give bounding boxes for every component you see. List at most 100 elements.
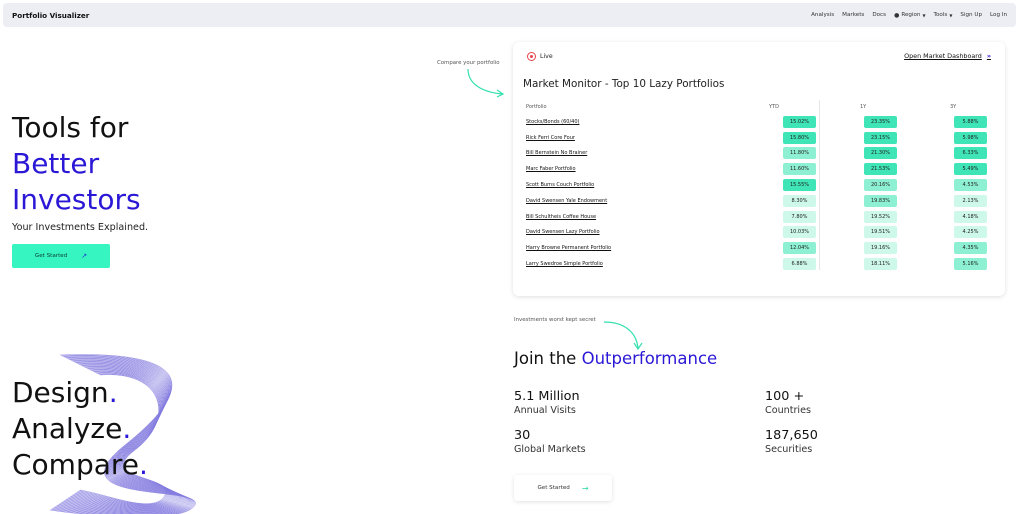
get-started-button[interactable]: Get Started ↗	[12, 244, 110, 268]
one-year-return-cell: 19.52%	[864, 210, 897, 223]
ytd-return-cell: 8.30%	[783, 194, 816, 207]
three-year-return-cell: 4.35%	[954, 242, 987, 255]
double-chevron-right-icon: »	[986, 52, 991, 60]
stat-label: Annual Visits	[514, 405, 576, 416]
three-year-return-cell: 4.25%	[954, 226, 987, 239]
ytd-return-cell: 15.80%	[783, 131, 816, 144]
stat-label: Securities	[765, 444, 813, 455]
portfolio-name-link[interactable]: Marc Faber Portfolio	[526, 166, 783, 172]
stat-value: 187,650	[765, 428, 818, 443]
portfolio-name-link[interactable]: Harry Browne Permanent Portfolio	[526, 245, 783, 251]
table-row: Marc Faber Portfolio 11.60% 21.53% 5.49%	[526, 161, 998, 177]
design-analyze-compare: Design. Analyze. Compare.	[12, 375, 148, 483]
nav-sign-up[interactable]: Sign Up	[960, 12, 982, 18]
nav-links: Analysis Markets Docs ● Region ▼ Tools ▼…	[811, 12, 1007, 19]
table-row: Bill Schultheis Coffee House 7.80% 19.52% 4…	[526, 209, 998, 225]
lazy-portfolios-table: Portfolio YTD 1Y 3Y Stocks/Bonds (60/40)…	[526, 100, 998, 272]
join-title-accent: Outperformance	[581, 349, 718, 368]
header-3y: 3Y	[950, 104, 957, 110]
header-1y: 1Y	[860, 104, 867, 110]
three-year-return-cell: 5.49%	[954, 163, 987, 176]
header-ytd: YTD	[769, 104, 779, 110]
three-year-return-cell: 2.13%	[954, 194, 987, 207]
curved-arrow-icon	[603, 321, 643, 351]
arrow-up-right-icon: ↗	[81, 252, 88, 260]
globe-icon: ●	[894, 11, 900, 19]
page: Portfolio Visualizer Analysis Markets Do…	[0, 0, 1024, 514]
tagline-design: Design.	[12, 376, 118, 409]
one-year-return-cell: 23.35%	[864, 115, 897, 128]
tagline-analyze: Analyze.	[12, 412, 132, 445]
stat-countries: 100 + Countries	[765, 389, 811, 416]
three-year-return-cell: 5.16%	[954, 258, 987, 271]
nav-analysis[interactable]: Analysis	[811, 12, 834, 18]
one-year-return-cell: 21.30%	[864, 147, 897, 160]
table-row: Stocks/Bonds (60/40) 15.02% 23.35% 5.88%	[526, 114, 998, 130]
nav-region-dropdown[interactable]: ● Region ▼	[894, 12, 925, 19]
portfolio-name-link[interactable]: Bill Bernstein No Brainer	[526, 150, 783, 156]
ytd-return-cell: 10.03%	[783, 226, 816, 239]
ytd-return-cell: 6.88%	[783, 258, 816, 271]
stat-securities: 187,650 Securities	[765, 428, 818, 455]
portfolio-name-link[interactable]: Stocks/Bonds (60/40)	[526, 119, 783, 125]
one-year-return-cell: 23.15%	[864, 131, 897, 144]
nav-tools-label: Tools	[933, 12, 948, 18]
table-header: Portfolio YTD 1Y 3Y	[526, 100, 998, 114]
dashboard-link-label: Open Market Dashboard	[904, 52, 982, 60]
one-year-return-cell: 19.16%	[864, 242, 897, 255]
three-year-return-cell: 4.53%	[954, 179, 987, 192]
ytd-return-cell: 15.55%	[783, 179, 816, 192]
open-market-dashboard-link[interactable]: Open Market Dashboard »	[904, 52, 991, 60]
nav-tools-dropdown[interactable]: Tools ▼	[934, 12, 953, 18]
nav-log-in[interactable]: Log In	[990, 12, 1007, 18]
get-started-label: Get Started	[34, 253, 68, 259]
three-year-return-cell: 5.98%	[954, 131, 987, 144]
one-year-return-cell: 19.83%	[864, 194, 897, 207]
table-row: Rick Ferri Core Four 15.80% 23.15% 5.98%	[526, 130, 998, 146]
one-year-return-cell: 20.16%	[864, 179, 897, 192]
table-row: Harry Browne Permanent Portfolio 12.04% 19…	[526, 240, 998, 256]
caret-down-icon: ▼	[949, 12, 953, 18]
portfolio-name-link[interactable]: Larry Swedroe Simple Portfolio	[526, 261, 783, 267]
table-body: Stocks/Bonds (60/40) 15.02% 23.35% 5.88% Ric…	[526, 114, 998, 272]
live-label: Live	[540, 53, 553, 60]
ytd-return-cell: 11.60%	[783, 163, 816, 176]
hero-line-3: Investors	[12, 183, 141, 216]
one-year-return-cell: 18.11%	[864, 258, 897, 271]
curved-arrow-icon	[467, 68, 505, 98]
stat-value: 30	[514, 428, 531, 443]
tagline-compare: Compare.	[12, 448, 148, 481]
market-monitor-card: Live Open Market Dashboard » Market Moni…	[513, 42, 1005, 296]
ytd-return-cell: 11.80%	[783, 147, 816, 160]
table-row: Scott Burns Couch Portfolio 15.55% 20.16% 4…	[526, 177, 998, 193]
stat-value: 100 +	[765, 389, 805, 404]
live-indicator: Live	[527, 52, 553, 61]
secret-note: Investments worst kept secret	[514, 317, 596, 323]
one-year-return-cell: 21.53%	[864, 163, 897, 176]
table-row: David Swensen Yale Endowment 8.30% 19.83% 2…	[526, 193, 998, 209]
three-year-return-cell: 6.33%	[954, 147, 987, 160]
market-monitor-title: Market Monitor - Top 10 Lazy Portfolios	[523, 78, 725, 90]
table-row: David Swensen Lazy Portfolio 10.03% 19.51%…	[526, 225, 998, 241]
hero-line-2: Better	[12, 147, 100, 180]
stat-label: Global Markets	[514, 444, 586, 455]
nav-docs[interactable]: Docs	[872, 12, 886, 18]
ytd-return-cell: 7.80%	[783, 210, 816, 223]
caret-down-icon: ▼	[922, 12, 926, 18]
portfolio-name-link[interactable]: David Swensen Lazy Portfolio	[526, 229, 783, 235]
ytd-return-cell: 15.02%	[783, 115, 816, 128]
portfolio-name-link[interactable]: David Swensen Yale Endowment	[526, 198, 783, 204]
hero-title: Tools for Better Investors	[12, 110, 141, 218]
stat-annual-visits: 5.1 Million Annual Visits	[514, 389, 580, 416]
portfolio-name-link[interactable]: Scott Burns Couch Portfolio	[526, 182, 783, 188]
get-started-button-secondary[interactable]: Get Started →	[514, 475, 612, 501]
stat-label: Countries	[765, 405, 812, 416]
hero-line-1: Tools for	[12, 111, 129, 144]
join-title: Join the Outperformance	[514, 349, 717, 368]
arrow-right-icon: →	[581, 483, 589, 493]
portfolio-name-link[interactable]: Bill Schultheis Coffee House	[526, 214, 783, 220]
portfolio-name-link[interactable]: Rick Ferri Core Four	[526, 135, 783, 141]
nav-markets[interactable]: Markets	[842, 12, 864, 18]
brand-logo-text[interactable]: Portfolio Visualizer	[12, 11, 89, 20]
stat-value: 5.1 Million	[514, 389, 580, 404]
